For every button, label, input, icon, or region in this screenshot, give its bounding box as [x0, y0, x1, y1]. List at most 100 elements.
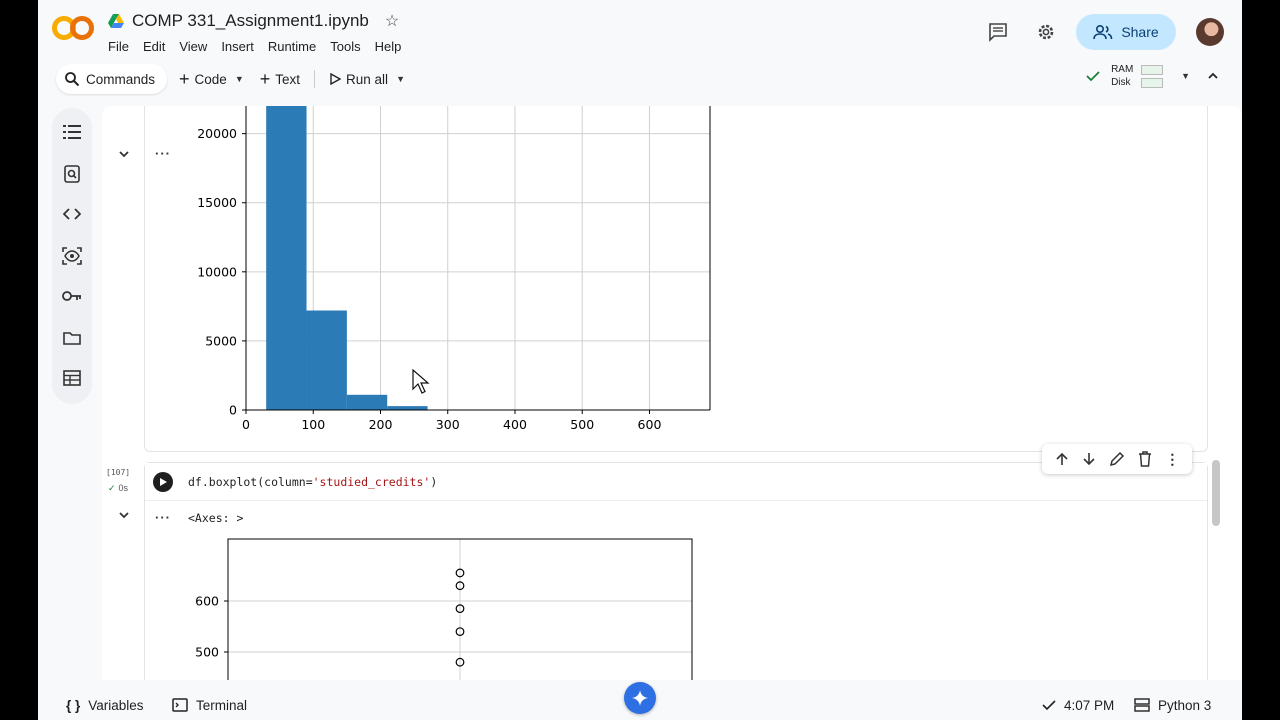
drive-icon[interactable]	[108, 14, 124, 28]
histogram-bar	[387, 406, 428, 410]
colab-logo[interactable]	[52, 14, 94, 42]
braces-icon: { }	[66, 697, 81, 713]
play-icon	[330, 73, 342, 85]
output-text: <Axes: >	[188, 511, 244, 525]
star-icon[interactable]: ☆	[385, 11, 399, 31]
code-string: 'studied_credits'	[312, 475, 431, 489]
resources-indicator[interactable]: RAM Disk	[1111, 64, 1164, 88]
disk-label: Disk	[1111, 77, 1131, 88]
share-label: Share	[1121, 24, 1159, 40]
ram-label: RAM	[1111, 64, 1134, 75]
add-code-button[interactable]: + Code	[171, 64, 235, 94]
notebook-title[interactable]: COMP 331_Assignment1.ipynb	[132, 11, 369, 31]
x-tick-label: 300	[436, 417, 460, 432]
execution-time-status[interactable]: 4:07 PM	[1042, 698, 1114, 713]
avatar[interactable]	[1196, 18, 1224, 46]
menu-insert[interactable]: Insert	[221, 39, 254, 54]
folder-icon[interactable]	[62, 328, 82, 348]
execution-time: 0s	[118, 483, 129, 493]
y-tick-label: 0	[229, 403, 237, 418]
variable-inspector-icon[interactable]	[62, 246, 82, 266]
edit-pen-icon[interactable]	[1109, 451, 1125, 467]
execution-count: [107]	[106, 468, 131, 477]
x-tick-label: 100	[301, 417, 325, 432]
more-vert-icon[interactable]: ⋮	[1165, 452, 1179, 466]
y-tick-label: 20000	[197, 126, 237, 141]
arrow-down-icon[interactable]	[1082, 452, 1096, 466]
variables-button[interactable]: { } Variables	[66, 698, 144, 713]
y-tick-label: 500	[195, 645, 219, 660]
histogram-bar	[346, 394, 388, 410]
disk-bar	[1141, 77, 1164, 88]
add-text-button[interactable]: + Text	[252, 64, 308, 94]
menu-file[interactable]: File	[108, 39, 129, 54]
execution-status: ✓ 0s	[108, 483, 128, 494]
runtime-icon	[1134, 698, 1150, 712]
search-icon	[65, 72, 80, 87]
colab-window: COMP 331_Assignment1.ipynb ☆ File Edit V…	[38, 0, 1242, 720]
run-cell-button[interactable]	[153, 472, 173, 492]
people-icon	[1093, 24, 1113, 40]
output-menu-icon[interactable]: ···	[155, 146, 171, 161]
arrow-up-icon[interactable]	[1055, 452, 1069, 466]
chevron-down-icon	[119, 512, 129, 519]
menu-tools[interactable]: Tools	[330, 39, 360, 54]
kernel-label: Python 3	[1158, 697, 1212, 713]
y-tick-label: 10000	[197, 264, 237, 279]
add-code-label: Code	[194, 71, 227, 87]
output-cell-histogram: ··· 0 100 200 300 400 500 600 0 5000 10000 15000 20…	[144, 106, 1208, 452]
y-tick-label: 5000	[205, 333, 237, 348]
menu-runtime[interactable]: Runtime	[268, 39, 316, 54]
code-text[interactable]: df.boxplot(column='studied_credits')	[188, 475, 437, 489]
gear-icon[interactable]	[1026, 12, 1066, 52]
collapse-output-toggle[interactable]	[116, 507, 132, 523]
secrets-key-icon[interactable]	[62, 286, 82, 306]
commands-button[interactable]: Commands	[56, 64, 168, 94]
scrollbar-thumb[interactable]	[1212, 460, 1220, 526]
histogram-chart: 0 100 200 300 400 500 600 0 5000 10000 15000 20000	[197, 106, 711, 432]
find-icon[interactable]	[62, 164, 82, 184]
chevron-up-icon[interactable]	[1206, 69, 1220, 83]
header: COMP 331_Assignment1.ipynb ☆ File Edit V…	[38, 0, 1242, 62]
plus-icon: +	[259, 69, 271, 89]
table-icon[interactable]	[62, 368, 82, 388]
code-cell-boxplot: df.boxplot(column='studied_credits') ···…	[144, 462, 1208, 680]
chevron-down-icon[interactable]: ▼	[396, 74, 413, 84]
terminal-button[interactable]: Terminal	[172, 698, 247, 713]
comments-icon[interactable]	[978, 12, 1018, 52]
menu-help[interactable]: Help	[375, 39, 402, 54]
toolbar: Commands + Code ▼ + Text Run all ▼ RAM D…	[38, 62, 1242, 96]
variables-label: Variables	[88, 697, 144, 713]
chevron-down-icon[interactable]: ▼	[1173, 71, 1196, 81]
output-menu-icon[interactable]: ···	[155, 510, 171, 525]
code-end: )	[430, 475, 438, 489]
chevron-down-icon[interactable]: ▼	[235, 74, 252, 84]
x-tick-label: 0	[242, 417, 250, 432]
toolbar-divider	[314, 70, 316, 88]
collapse-output-toggle[interactable]	[116, 146, 132, 162]
mouse-cursor	[412, 369, 430, 394]
plus-icon: +	[179, 69, 190, 89]
terminal-label: Terminal	[196, 697, 248, 713]
boxplot-chart: 400500600	[195, 538, 693, 680]
play-icon	[160, 478, 167, 486]
table-of-contents-icon[interactable]	[62, 122, 82, 142]
run-all-button[interactable]: Run all	[321, 64, 396, 94]
menu-view[interactable]: View	[179, 39, 207, 54]
notebook-area: ··· 0 100 200 300 400 500 600 0 5000 10000 15000 20…	[102, 106, 1242, 680]
side-rail	[52, 108, 92, 404]
kernel-status[interactable]: Python 3	[1134, 698, 1211, 713]
chevron-down-icon	[119, 151, 129, 158]
y-tick-label: 600	[195, 594, 219, 609]
trash-icon[interactable]	[1138, 451, 1152, 467]
check-icon	[1042, 700, 1056, 711]
gemini-button[interactable]	[624, 682, 656, 714]
share-button[interactable]: Share	[1076, 14, 1176, 50]
terminal-icon	[172, 698, 188, 712]
histogram-bar	[266, 106, 307, 410]
commands-label: Commands	[86, 71, 156, 87]
menu-bar: File Edit View Insert Runtime Tools Help	[108, 39, 401, 54]
menu-edit[interactable]: Edit	[143, 39, 165, 54]
x-tick-label: 400	[503, 417, 527, 432]
code-snippets-icon[interactable]	[62, 204, 82, 224]
